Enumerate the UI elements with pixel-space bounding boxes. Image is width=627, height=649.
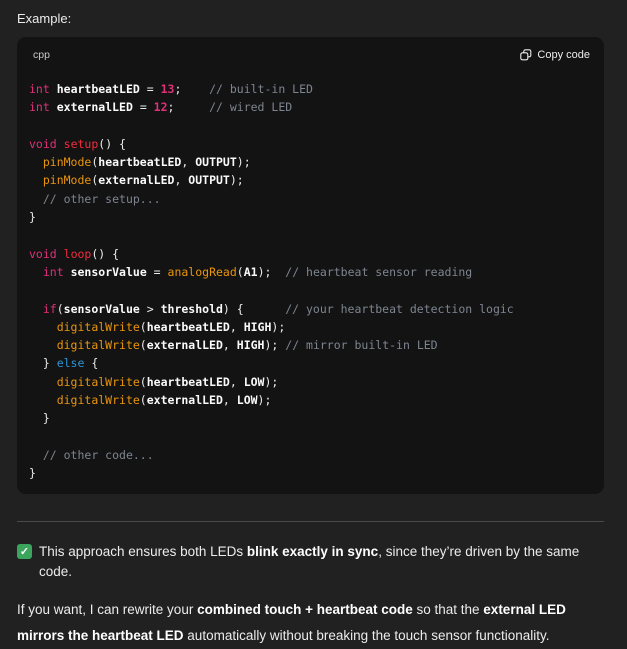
code-content: int heartbeatLED = 13; // built-in LED i… <box>29 82 514 481</box>
code-block: cpp Copy code int heartbeatLED = 13; // … <box>17 37 604 494</box>
closing-paragraph: If you want, I can rewrite your combined… <box>17 602 566 643</box>
summary-text: This approach ensures both LEDs blink ex… <box>39 544 580 579</box>
section-divider <box>17 521 604 522</box>
code-block-header: cpp Copy code <box>17 37 604 67</box>
copy-code-button[interactable]: Copy code <box>520 47 590 63</box>
copy-icon <box>520 49 532 61</box>
copy-code-label: Copy code <box>537 49 590 61</box>
code-language-label: cpp <box>33 49 50 61</box>
summary-line: ✓ This approach ensures both LEDs blink … <box>17 542 610 582</box>
assistant-message: Example: cpp Copy code int heartbeatLED … <box>0 0 627 649</box>
example-label: Example: <box>17 11 72 26</box>
check-mark-emoji: ✓ <box>17 544 32 559</box>
